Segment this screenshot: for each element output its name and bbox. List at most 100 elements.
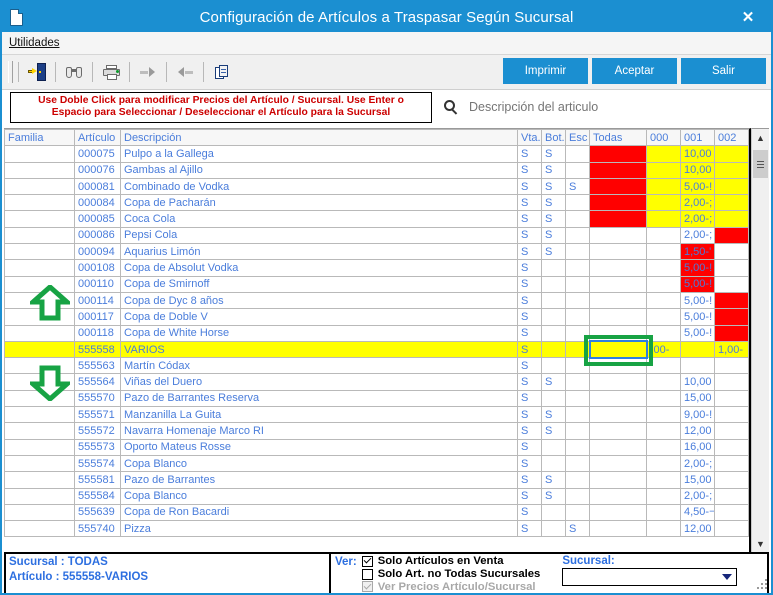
cell-sucursal-000[interactable] [646,389,681,408]
cell-sucursal-001[interactable]: 2,00-; [680,454,715,473]
table-row[interactable]: 000114 Copa de Dyc 8 años S 5,00-! [4,291,749,310]
cell-todas[interactable] [589,243,647,261]
cell-sucursal-000[interactable] [646,308,681,326]
cell-bot[interactable] [541,340,566,359]
cell-sucursal-002[interactable] [714,291,749,310]
cell-vta[interactable]: S [517,471,542,489]
cell-bot[interactable]: S [541,161,566,179]
cell-esc[interactable] [565,226,590,245]
cell-descripcion[interactable]: Pazo de Barrantes [120,471,518,489]
cell-esc[interactable] [565,406,590,424]
cell-sucursal-001[interactable]: 12,00 [680,520,715,538]
cell-descripcion[interactable]: Pulpo a la Gallega [120,145,518,163]
cell-sucursal-001[interactable]: 4,50-¬ [680,503,715,522]
cell-sucursal-001[interactable]: 15,00 [680,471,715,489]
cell-sucursal-002[interactable] [714,520,749,538]
cell-esc[interactable] [565,291,590,310]
cell-todas[interactable] [589,487,647,505]
cell-esc[interactable] [565,161,590,179]
vertical-scrollbar[interactable]: ▲ ▼ [751,128,769,552]
cell-articulo[interactable]: 555574 [74,454,121,473]
cell-vta[interactable]: S [517,210,542,228]
cell-vta[interactable]: S [517,259,542,277]
filter-option[interactable]: Solo Art. no Todas Sucursales [361,568,540,581]
close-button[interactable]: ✕ [725,2,771,32]
cell-sucursal-000[interactable] [646,291,681,310]
cell-sucursal-002[interactable] [714,357,749,375]
cell-sucursal-001[interactable]: 5,00-! [680,259,715,277]
cell-sucursal-002[interactable] [714,324,749,342]
cell-articulo[interactable]: 555571 [74,406,121,424]
cell-sucursal-001[interactable]: 10,00 [680,373,715,391]
cell-todas[interactable] [589,291,647,310]
cell-vta[interactable]: S [517,324,542,342]
table-row[interactable]: 555574 Copa Blanco S 2,00-; [4,454,749,473]
cell-esc[interactable] [565,210,590,228]
cell-familia[interactable] [4,177,75,196]
table-row[interactable]: 555573 Oporto Mateus Rosse S 16,00 [4,438,749,456]
cell-descripcion[interactable]: Gambas al Ajillo [120,161,518,179]
cell-familia[interactable] [4,503,75,522]
cell-descripcion[interactable]: Oporto Mateus Rosse [120,438,518,456]
cell-esc[interactable] [565,324,590,342]
cell-esc[interactable] [565,243,590,261]
cell-familia[interactable] [4,520,75,538]
col-header-002[interactable]: 002 [714,129,749,147]
cell-descripcion[interactable]: Coca Cola [120,210,518,228]
cell-articulo[interactable]: 555572 [74,422,121,440]
cell-descripcion[interactable]: Copa de Ron Bacardi [120,503,518,522]
table-row[interactable]: 555564 Viñas del Duero S S 10,00 [4,373,749,391]
filter-option[interactable]: Ver Precios Artículo/Sucursal [361,580,541,593]
cell-vta[interactable]: S [517,357,542,375]
print-button[interactable]: Imprimir [503,58,588,84]
cell-todas[interactable] [589,520,647,538]
cell-sucursal-002[interactable] [714,243,749,261]
cell-vta[interactable]: S [517,161,542,179]
cell-bot[interactable] [541,324,566,342]
cell-vta[interactable]: S [517,340,542,359]
cell-familia[interactable] [4,340,75,359]
table-row[interactable]: 555639 Copa de Ron Bacardi S 4,50-¬ [4,503,749,522]
cell-articulo[interactable]: 000108 [74,259,121,277]
cell-descripcion[interactable]: Pepsi Cola [120,226,518,245]
cell-sucursal-001[interactable]: 5,00-! [680,177,715,196]
cell-bot[interactable]: S [541,243,566,261]
cell-sucursal-000[interactable] [646,471,681,489]
cell-sucursal-001[interactable]: 15,00 [680,389,715,408]
table-row[interactable]: 555563 Martín Códax S [4,357,749,375]
cell-articulo[interactable]: 555740 [74,520,121,538]
cell-sucursal-000[interactable] [646,194,681,212]
cell-todas[interactable] [589,438,647,456]
cell-todas[interactable] [589,226,647,245]
cell-bot[interactable]: S [541,471,566,489]
cell-sucursal-001[interactable]: 9,00-! [680,406,715,424]
cell-vta[interactable]: S [517,308,542,326]
col-header-vta[interactable]: Vta. [517,129,542,147]
cell-familia[interactable] [4,259,75,277]
cell-vta[interactable]: S [517,520,542,538]
cell-sucursal-000[interactable] [646,454,681,473]
cell-esc[interactable] [565,454,590,473]
arrow-forward-icon[interactable] [135,59,161,85]
cell-sucursal-000[interactable] [646,357,681,375]
cell-sucursal-000[interactable] [646,210,681,228]
search-input[interactable] [467,99,771,115]
accept-button[interactable]: Aceptar [592,58,677,84]
cell-sucursal-002[interactable] [714,454,749,473]
cell-articulo[interactable]: 555573 [74,438,121,456]
cell-esc[interactable] [565,259,590,277]
cell-vta[interactable]: S [517,422,542,440]
cell-todas[interactable] [589,406,647,424]
cell-descripcion[interactable]: Pizza [120,520,518,538]
checkbox-1[interactable] [361,568,373,580]
cell-articulo[interactable]: 555564 [74,373,121,391]
cell-articulo[interactable]: 000086 [74,226,121,245]
cell-articulo[interactable]: 000110 [74,275,121,293]
cell-todas[interactable] [589,308,647,326]
cell-sucursal-001[interactable]: 5,00-! [680,324,715,342]
col-header-descripcion[interactable]: Descripción [120,129,518,147]
cell-sucursal-000[interactable] [646,503,681,522]
search-box[interactable] [444,92,771,122]
cell-familia[interactable] [4,487,75,505]
cell-sucursal-001[interactable]: 2,00-; [680,487,715,505]
